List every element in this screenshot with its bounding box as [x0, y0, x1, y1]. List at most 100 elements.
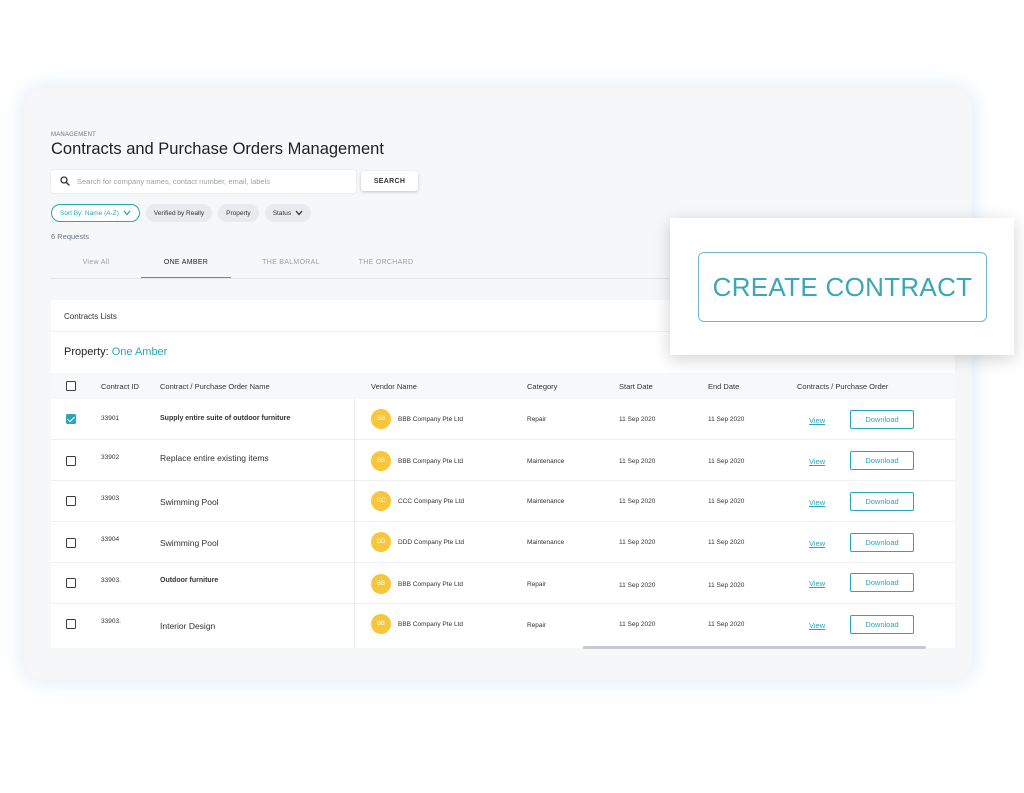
category: Maintenance: [527, 498, 565, 505]
header-contract-name[interactable]: Contract / Purchase Order Name: [160, 382, 270, 391]
main-panel: MANAGEMENT Contracts and Purchase Orders…: [24, 88, 972, 680]
table-row[interactable]: 33903. Outdoor furniture BB BBB Company …: [51, 563, 955, 604]
view-link[interactable]: View: [809, 498, 825, 507]
contract-id: 33903.: [101, 618, 121, 625]
property-heading: Property: One Amber: [64, 346, 167, 358]
category: Maintenance: [527, 539, 565, 546]
vendor-avatar: BB: [371, 574, 391, 594]
end-date: 11 Sep 2020: [708, 416, 745, 423]
start-date: 11 Sep 2020: [619, 621, 656, 628]
view-link[interactable]: View: [809, 621, 825, 630]
start-date: 11 Sep 2020: [619, 582, 656, 589]
view-link[interactable]: View: [809, 539, 825, 548]
vendor-name: DDD Company Pte Ltd: [398, 539, 465, 546]
header-contract-id[interactable]: Contract ID: [101, 382, 139, 391]
vendor-avatar: BB: [371, 409, 391, 429]
table-row[interactable]: 33903 Swimming Pool CC CCC Company Pte L…: [51, 481, 955, 522]
horizontal-scrollbar[interactable]: [583, 646, 926, 649]
start-date: 11 Sep 2020: [619, 539, 656, 546]
end-date: 11 Sep 2020: [708, 621, 745, 628]
row-checkbox[interactable]: [66, 414, 76, 424]
end-date: 11 Sep 2020: [708, 582, 745, 589]
contract-name: Interior Design: [160, 621, 216, 631]
create-contract-button[interactable]: CREATE CONTRACT: [698, 252, 987, 322]
tabs-divider: [51, 278, 751, 279]
property-heading-label: Property:: [64, 346, 109, 358]
row-checkbox[interactable]: [66, 496, 76, 506]
create-contract-overlay: CREATE CONTRACT: [670, 218, 1014, 355]
vendor-name: BBB Company Pte Ltd: [398, 581, 464, 588]
chevron-down-icon: [295, 210, 303, 216]
start-date: 11 Sep 2020: [619, 498, 656, 505]
header-end-date[interactable]: End Date: [708, 382, 739, 391]
contract-id: 33901: [101, 415, 120, 422]
download-button[interactable]: Download: [850, 533, 914, 552]
contract-name: Outdoor furniture: [160, 577, 219, 584]
vendor-avatar: CC: [371, 491, 391, 511]
download-button[interactable]: Download: [850, 451, 914, 470]
search-input[interactable]: [77, 173, 347, 190]
contract-name: Replace entire existing items: [160, 453, 269, 463]
tab-the-orchard[interactable]: THE ORCHARD: [351, 259, 421, 266]
download-button[interactable]: Download: [850, 410, 914, 429]
header-vendor-name[interactable]: Vendor Name: [371, 382, 417, 391]
search-box: [51, 170, 356, 193]
verified-label: Verified by Really: [153, 209, 205, 217]
view-link[interactable]: View: [809, 457, 825, 466]
verified-filter-chip[interactable]: Verified by Really: [145, 204, 213, 222]
category: Repair: [527, 581, 547, 588]
view-link[interactable]: View: [809, 579, 825, 588]
request-count: 6 Requests: [51, 232, 89, 241]
start-date: 11 Sep 2020: [619, 458, 656, 465]
status-dropdown[interactable]: Status: [264, 204, 312, 222]
vendor-name: CCC Company Pte Ltd: [398, 498, 465, 505]
sort-dropdown[interactable]: Sort By: Name (A-Z): [51, 204, 140, 222]
contract-name: Swimming Pool: [160, 538, 219, 548]
end-date: 11 Sep 2020: [708, 539, 745, 546]
row-checkbox[interactable]: [66, 578, 76, 588]
view-link[interactable]: View: [809, 416, 825, 425]
header-category[interactable]: Category: [527, 382, 557, 391]
table-row[interactable]: 33903. Interior Design BB BBB Company Pt…: [51, 604, 955, 645]
tab-the-balmoral[interactable]: THE BALMORAL: [251, 259, 331, 266]
category: Repair: [527, 416, 547, 423]
download-button[interactable]: Download: [850, 492, 914, 511]
download-button[interactable]: Download: [850, 573, 914, 592]
search-button[interactable]: SEARCH: [361, 171, 418, 191]
row-checkbox[interactable]: [66, 456, 76, 466]
property-filter-label: Property: [226, 209, 251, 217]
header-contracts-po: Contracts / Purchase Order: [797, 382, 889, 391]
tab-view-all[interactable]: View All: [71, 259, 121, 266]
contract-name: Swimming Pool: [160, 497, 219, 507]
contract-id: 33903: [101, 495, 120, 502]
tab-one-amber[interactable]: ONE AMBER: [141, 259, 231, 266]
vendor-avatar: DD: [371, 532, 391, 552]
property-heading-value: One Amber: [111, 346, 168, 358]
category: Repair: [527, 622, 547, 629]
card-title: Contracts Lists: [64, 312, 117, 321]
vendor-name: BBB Company Pte Ltd: [398, 416, 464, 423]
contract-id: 33904: [101, 536, 120, 543]
sort-label: Sort By: Name (A-Z): [60, 209, 119, 217]
vendor-avatar: BB: [371, 614, 391, 634]
chevron-down-icon: [123, 210, 131, 216]
vendor-avatar: BB: [371, 451, 391, 471]
table-row[interactable]: 33902 Replace entire existing items BB B…: [51, 440, 955, 481]
sticky-column-divider: [354, 399, 355, 648]
vendor-name: BBB Company Pte Ltd: [398, 621, 464, 628]
contract-name: Supply entire suite of outdoor furniture: [160, 415, 291, 422]
search-icon: [60, 176, 70, 186]
header-start-date[interactable]: Start Date: [619, 382, 653, 391]
end-date: 11 Sep 2020: [708, 498, 745, 505]
property-filter-chip[interactable]: Property: [218, 204, 259, 222]
row-checkbox[interactable]: [66, 538, 76, 548]
download-button[interactable]: Download: [850, 615, 914, 634]
table-row[interactable]: 33901 Supply entire suite of outdoor fur…: [51, 399, 955, 440]
contract-id: 33903.: [101, 577, 121, 584]
table-row[interactable]: 33904 Swimming Pool DD DDD Company Pte L…: [51, 522, 955, 563]
vendor-name: BBB Company Pte Ltd: [398, 458, 464, 465]
select-all-checkbox[interactable]: [66, 381, 76, 391]
contract-id: 33902: [101, 454, 120, 461]
row-checkbox[interactable]: [66, 619, 76, 629]
table-header: Contract ID Contract / Purchase Order Na…: [51, 373, 955, 399]
